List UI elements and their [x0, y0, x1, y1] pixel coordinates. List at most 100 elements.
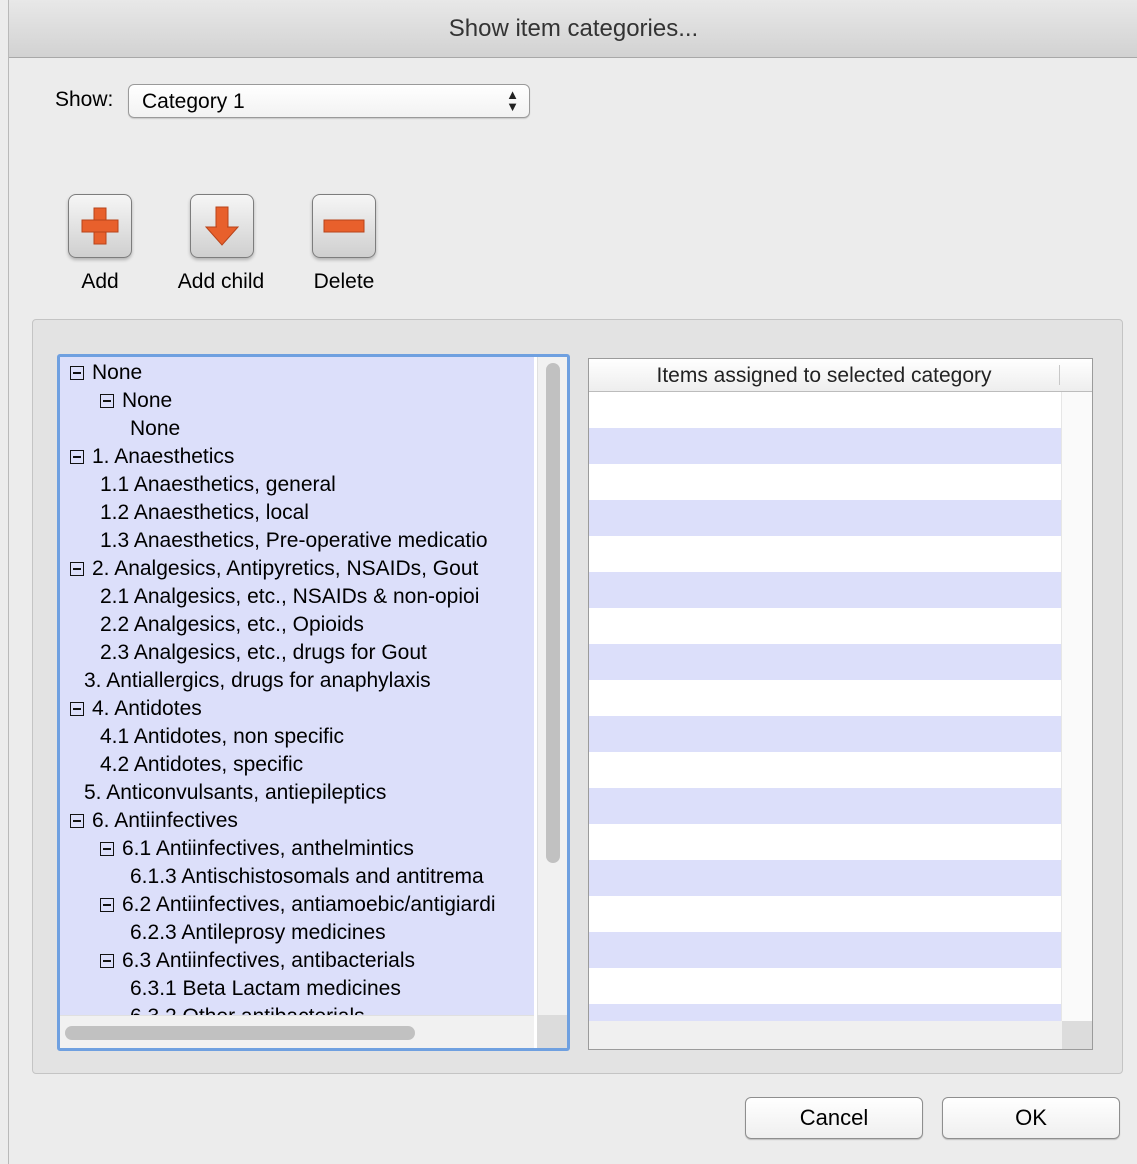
items-table-header[interactable]: Items assigned to selected category: [589, 359, 1092, 392]
tree-item[interactable]: 6.1.3 Antischistosomals and antitrema: [130, 863, 484, 891]
tree-horizontal-scrollbar[interactable]: [60, 1015, 534, 1048]
add-child-label: Add child: [177, 270, 265, 293]
tree-item-label: 3. Antiallergics, drugs for anaphylaxis: [84, 669, 431, 692]
tree-item-label: 1.2 Anaesthetics, local: [100, 501, 309, 524]
tree-item[interactable]: None: [130, 415, 180, 443]
tree-item[interactable]: None: [70, 359, 142, 387]
category-tree[interactable]: None None None 1. Anaesthetics 1.1 Anaesthet…: [57, 354, 570, 1051]
chevron-updown-icon: ▲ ▼: [506, 87, 519, 114]
table-row[interactable]: [589, 464, 1061, 500]
tree-item[interactable]: 1.1 Anaesthetics, general: [100, 471, 336, 499]
show-select[interactable]: Category 1 ▲ ▼: [128, 84, 530, 118]
ok-button[interactable]: OK: [942, 1097, 1120, 1139]
show-select-value: Category 1: [142, 90, 245, 113]
collapse-toggle-icon[interactable]: [70, 366, 84, 380]
tree-item[interactable]: 2.3 Analgesics, etc., drugs for Gout: [100, 639, 427, 667]
add-button[interactable]: [68, 194, 132, 258]
tree-item-label: 5. Anticonvulsants, antiepileptics: [84, 781, 387, 804]
tree-item[interactable]: 6.3 Antiinfectives, antibacterials: [100, 947, 415, 975]
table-scroll-corner: [1062, 1021, 1092, 1049]
table-row[interactable]: [589, 968, 1061, 1004]
delete-button[interactable]: [312, 194, 376, 258]
table-row[interactable]: [589, 824, 1061, 860]
tree-item[interactable]: 6.1 Antiinfectives, anthelmintics: [100, 835, 414, 863]
tree-item[interactable]: 6. Antiinfectives: [70, 807, 238, 835]
table-row[interactable]: [589, 932, 1061, 968]
tree-item-label: 2.2 Analgesics, etc., Opioids: [100, 613, 364, 636]
tree-item[interactable]: 6.2.3 Antileprosy medicines: [130, 919, 386, 947]
tree-item[interactable]: 4. Antidotes: [70, 695, 202, 723]
tree-item-label: 4.1 Antidotes, non specific: [100, 725, 344, 748]
tree-item-label: 1. Anaesthetics: [92, 445, 235, 468]
tree-item-label: 6. Antiinfectives: [92, 809, 238, 832]
table-row[interactable]: [589, 680, 1061, 716]
tree-item-label: 2.1 Analgesics, etc., NSAIDs & non-opioi: [100, 585, 480, 608]
table-row[interactable]: [589, 860, 1061, 896]
table-row[interactable]: [589, 608, 1061, 644]
tree-item[interactable]: 5. Anticonvulsants, antiepileptics: [84, 779, 386, 807]
table-row[interactable]: [589, 896, 1061, 932]
tree-horizontal-scroll-thumb[interactable]: [65, 1026, 415, 1040]
add-label: Add: [81, 270, 119, 293]
tree-item-label: 6.1 Antiinfectives, anthelmintics: [122, 837, 414, 860]
collapse-toggle-icon[interactable]: [100, 394, 114, 408]
tree-item-label: None: [122, 389, 173, 412]
column-divider: [1059, 365, 1060, 385]
tree-item[interactable]: 1.3 Anaesthetics, Pre-operative medicati…: [100, 527, 488, 555]
collapse-toggle-icon[interactable]: [70, 814, 84, 828]
tree-item-label: 2.3 Analgesics, etc., drugs for Gout: [100, 641, 427, 664]
tree-item-label: 2. Analgesics, Antipyretics, NSAIDs, Gou…: [92, 557, 479, 580]
tree-item-label: 4.2 Antidotes, specific: [100, 753, 304, 776]
table-row[interactable]: [589, 752, 1061, 788]
collapse-toggle-icon[interactable]: [70, 702, 84, 716]
tree-item[interactable]: 2. Analgesics, Antipyretics, NSAIDs, Gou…: [70, 555, 478, 583]
arrow-down-icon: [204, 206, 240, 246]
tree-item[interactable]: 1.2 Anaesthetics, local: [100, 499, 309, 527]
tree-item-label: 1.3 Anaesthetics, Pre-operative medicati…: [100, 529, 488, 552]
items-column-header[interactable]: Items assigned to selected category: [589, 359, 1059, 392]
tree-item[interactable]: 1. Anaesthetics: [70, 443, 234, 471]
cancel-button[interactable]: Cancel: [745, 1097, 923, 1139]
tree-item[interactable]: 4.1 Antidotes, non specific: [100, 723, 344, 751]
window-title: Show item categories...: [9, 0, 1137, 58]
tree-item[interactable]: 3. Antiallergics, drugs for anaphylaxis: [84, 667, 431, 695]
tree-item[interactable]: 6.3.2 Other antibacterials: [130, 1003, 365, 1015]
table-row[interactable]: [589, 392, 1061, 428]
tree-item[interactable]: 2.2 Analgesics, etc., Opioids: [100, 611, 364, 639]
table-row[interactable]: [589, 536, 1061, 572]
table-row[interactable]: [589, 500, 1061, 536]
items-table[interactable]: Items assigned to selected category: [588, 358, 1093, 1050]
table-vertical-scrollbar[interactable]: [1061, 392, 1092, 1021]
tree-item[interactable]: 6.2 Antiinfectives, antiamoebic/antigiar…: [100, 891, 496, 919]
plus-icon: [81, 207, 119, 245]
collapse-toggle-icon[interactable]: [100, 898, 114, 912]
scroll-corner: [537, 1015, 567, 1048]
tree-content: None None None 1. Anaesthetics 1.1 Anaesthet…: [60, 357, 534, 1015]
table-row[interactable]: [589, 644, 1061, 680]
tree-vertical-scrollbar[interactable]: [537, 357, 567, 1015]
collapse-toggle-icon[interactable]: [70, 450, 84, 464]
tree-item-label: 6.3.2 Other antibacterials: [130, 1005, 365, 1015]
tree-item[interactable]: 2.1 Analgesics, etc., NSAIDs & non-opioi: [100, 583, 479, 611]
tree-item-label: 6.2 Antiinfectives, antiamoebic/antigiar…: [122, 893, 496, 916]
dialog-window: Show item categories... Show: Category 1…: [8, 0, 1137, 1164]
table-row[interactable]: [589, 572, 1061, 608]
collapse-toggle-icon[interactable]: [100, 954, 114, 968]
add-child-button[interactable]: [190, 194, 254, 258]
tree-item-label: None: [92, 361, 143, 384]
tree-item[interactable]: 6.3.1 Beta Lactam medicines: [130, 975, 401, 1003]
table-row[interactable]: [589, 428, 1061, 464]
tree-item-label: 6.3.1 Beta Lactam medicines: [130, 977, 401, 1000]
table-row[interactable]: [589, 788, 1061, 824]
collapse-toggle-icon[interactable]: [70, 562, 84, 576]
show-label: Show:: [55, 88, 114, 111]
delete-label: Delete: [313, 270, 375, 293]
tree-item[interactable]: 4.2 Antidotes, specific: [100, 751, 303, 779]
tree-item[interactable]: None: [100, 387, 172, 415]
tree-item-label: None: [130, 417, 181, 440]
tree-vertical-scroll-thumb[interactable]: [546, 363, 560, 863]
table-horizontal-scrollbar[interactable]: [589, 1021, 1062, 1049]
tree-item-label: 6.2.3 Antileprosy medicines: [130, 921, 386, 944]
table-row[interactable]: [589, 716, 1061, 752]
collapse-toggle-icon[interactable]: [100, 842, 114, 856]
